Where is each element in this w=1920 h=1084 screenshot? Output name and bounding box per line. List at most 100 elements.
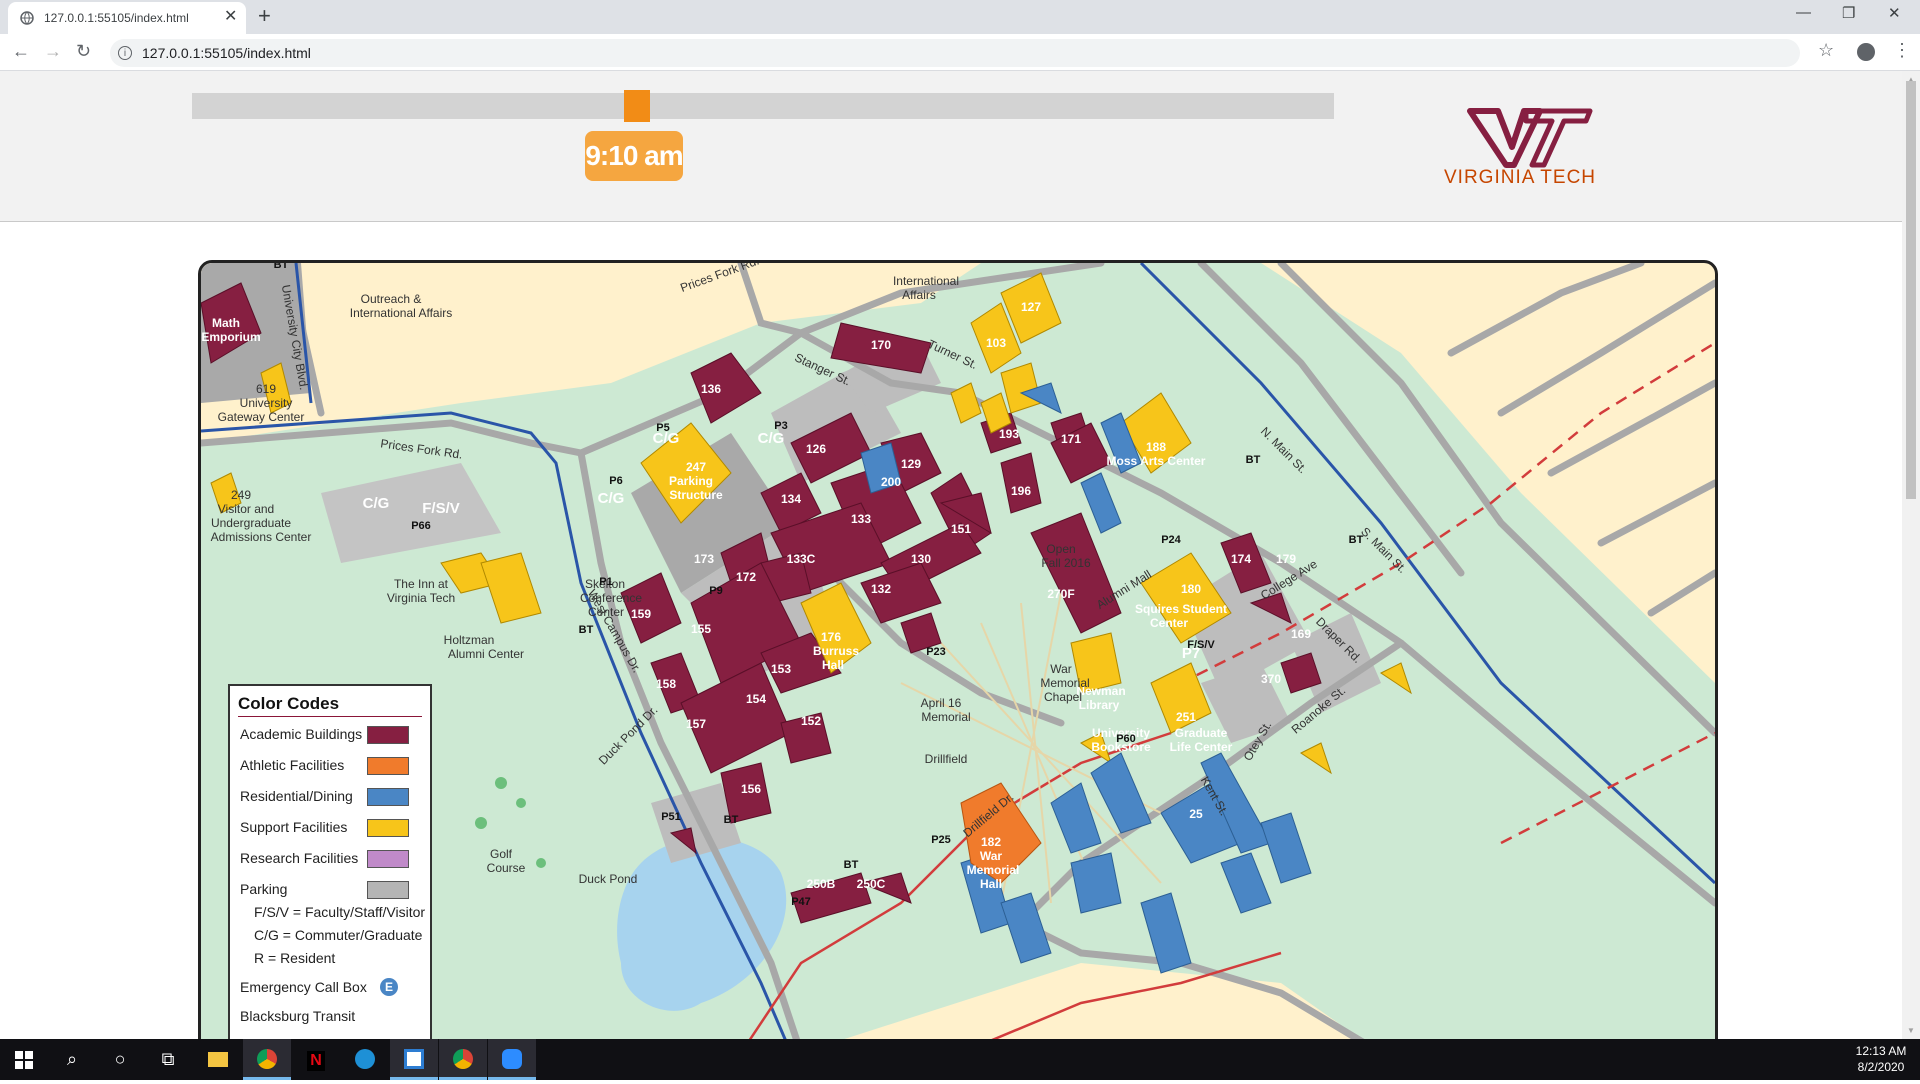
legend-title: Color Codes bbox=[238, 694, 340, 713]
search-icon[interactable]: ⌕ bbox=[48, 1039, 96, 1080]
zoom-icon[interactable] bbox=[488, 1039, 536, 1080]
label-otey: Otey St. bbox=[1241, 719, 1275, 764]
legend-research-swatch bbox=[367, 850, 409, 868]
building-174: 270F bbox=[1047, 587, 1074, 601]
building-195: 25 bbox=[1189, 807, 1203, 821]
label-open-fall: Open bbox=[1046, 542, 1075, 556]
parking-lot-label: C/G bbox=[363, 495, 390, 512]
label-n-main: N. Main St. bbox=[1258, 424, 1310, 476]
building-158: 158 bbox=[656, 677, 676, 691]
legend-emergency-label: Emergency Call Box bbox=[240, 979, 367, 995]
minimize-icon[interactable]: — bbox=[1796, 4, 1811, 21]
building-618a: 103 bbox=[986, 336, 1006, 350]
label-burruss: 176 bbox=[821, 630, 841, 644]
label-s-main: S. Main St. bbox=[1358, 524, 1409, 575]
label-holtzman: Holtzman bbox=[444, 633, 495, 647]
building-130: 130 bbox=[911, 552, 931, 566]
scrollbar-thumb[interactable] bbox=[1906, 81, 1916, 499]
label-burruss: Hall bbox=[822, 658, 844, 672]
chrome-icon[interactable] bbox=[243, 1039, 291, 1080]
page-content: 9:10 am VIRGINIA TECH Math Emporium 136 … bbox=[0, 71, 1902, 1039]
label-draper: Draper Rd. bbox=[1313, 614, 1364, 665]
new-tab-button[interactable]: + bbox=[258, 5, 271, 27]
label-open-fall: Fall 2016 bbox=[1041, 556, 1091, 570]
maximize-icon[interactable]: ❐ bbox=[1842, 4, 1855, 22]
cortana-icon[interactable]: ○ bbox=[96, 1039, 144, 1080]
app-icon[interactable] bbox=[390, 1039, 438, 1080]
building-102: 250B bbox=[807, 877, 836, 891]
building-200: 200 bbox=[881, 475, 901, 489]
legend-athletic-label: Athletic Facilities bbox=[240, 757, 345, 773]
bookmark-star-icon[interactable]: ☆ bbox=[1818, 40, 1834, 61]
label-stanger-st: Stanger St. bbox=[793, 350, 853, 388]
map-legend: Color Codes Academic Buildings Athletic … bbox=[228, 684, 432, 1039]
forward-icon[interactable]: → bbox=[44, 42, 62, 60]
label-visitor: Visitor and bbox=[218, 502, 274, 516]
time-slider-handle[interactable] bbox=[624, 90, 651, 122]
task-view-icon[interactable]: ⧉ bbox=[144, 1039, 192, 1080]
building-179: 174 bbox=[1231, 552, 1251, 566]
time-label: 9:10 am bbox=[585, 131, 684, 181]
url-text[interactable]: 127.0.0.1:55105/index.html bbox=[142, 45, 311, 61]
menu-kebab-icon[interactable]: ⋮ bbox=[1893, 40, 1911, 61]
time-slider-track[interactable] bbox=[192, 93, 1334, 119]
label-parking-structure: Parking bbox=[669, 474, 713, 488]
system-clock[interactable]: 12:13 AM 8/2/2020 bbox=[1848, 1043, 1914, 1075]
label-math-emporium: Emporium bbox=[201, 330, 260, 344]
legend-divider bbox=[238, 716, 422, 717]
edge-icon[interactable] bbox=[341, 1039, 389, 1080]
parking-lot-id: P1 bbox=[599, 576, 612, 588]
legend-residential-label: Residential/Dining bbox=[240, 788, 353, 804]
scroll-down-icon[interactable]: ▼ bbox=[1907, 1026, 1915, 1035]
label-intl-affairs: International bbox=[893, 274, 959, 288]
legend-support-label: Support Facilities bbox=[240, 819, 348, 835]
label-squires: Center bbox=[1150, 616, 1188, 630]
browser-tab[interactable]: 127.0.0.1:55105/index.html ✕ bbox=[8, 2, 246, 34]
label-parking-structure: Structure bbox=[669, 488, 723, 502]
reload-icon[interactable]: ↻ bbox=[76, 42, 91, 60]
label-war-memorial-hall: Hall bbox=[980, 877, 1002, 891]
label-moss: Moss Arts Center bbox=[1107, 454, 1206, 468]
page-header: 9:10 am VIRGINIA TECH bbox=[0, 71, 1902, 222]
building-134: 134 bbox=[781, 492, 801, 506]
building-129: 129 bbox=[901, 457, 921, 471]
label-moss-number: 188 bbox=[1146, 440, 1166, 454]
label-outreach: International Affairs bbox=[350, 306, 453, 320]
window-close-icon[interactable]: ✕ bbox=[1888, 4, 1901, 22]
campus-map[interactable]: Math Emporium 136 170 126 129 200 134 13… bbox=[198, 260, 1718, 1039]
browser-tab-strip: 127.0.0.1:55105/index.html ✕ + — ❐ ✕ bbox=[0, 0, 1920, 34]
building-155: 155 bbox=[691, 622, 711, 636]
label-golf: Golf bbox=[490, 847, 513, 861]
netflix-icon[interactable]: N bbox=[292, 1039, 340, 1080]
logo-wordmark: VIRGINIA TECH bbox=[1444, 167, 1596, 188]
chrome-active-icon[interactable] bbox=[439, 1039, 487, 1080]
label-april16: April 16 bbox=[921, 696, 962, 710]
parking-lot-id: P6 bbox=[609, 475, 622, 487]
label-prices-fork: Prices Fork Rd. bbox=[380, 436, 464, 461]
parking-lot-id: P66 bbox=[411, 520, 431, 532]
building-169: 179 bbox=[1276, 552, 1296, 566]
parking-lot-id: P51 bbox=[661, 811, 681, 823]
label-roanoke: Roanoke St. bbox=[1289, 683, 1349, 736]
label-golf: Course bbox=[487, 861, 526, 875]
label-grad-life: Graduate bbox=[1175, 726, 1228, 740]
file-explorer-icon[interactable] bbox=[194, 1039, 242, 1080]
label-squires-number: 180 bbox=[1181, 582, 1201, 596]
legend-parking-swatch bbox=[367, 881, 409, 899]
building-170: 170 bbox=[871, 338, 891, 352]
building-136: 136 bbox=[701, 382, 721, 396]
windows-start-icon[interactable] bbox=[0, 1039, 48, 1080]
page-scrollbar[interactable]: ▲ ▼ bbox=[1902, 71, 1920, 1039]
label-newman: Library bbox=[1079, 698, 1120, 712]
label-war-memorial-hall: Memorial bbox=[967, 863, 1020, 877]
info-icon[interactable]: i bbox=[118, 46, 132, 60]
profile-avatar-icon[interactable] bbox=[1857, 43, 1875, 61]
back-icon[interactable]: ← bbox=[12, 42, 30, 60]
parking-lot-id: P25 bbox=[931, 834, 951, 846]
address-bar[interactable]: i 127.0.0.1:55105/index.html bbox=[110, 39, 1800, 67]
label-prices-fork: Prices Fork Rd. bbox=[678, 263, 760, 295]
building-172: 172 bbox=[736, 570, 756, 584]
bt-stop-label: BT bbox=[1246, 454, 1261, 466]
tab-close-icon[interactable]: ✕ bbox=[224, 8, 237, 26]
label-intl-affairs: Affairs bbox=[902, 288, 936, 302]
